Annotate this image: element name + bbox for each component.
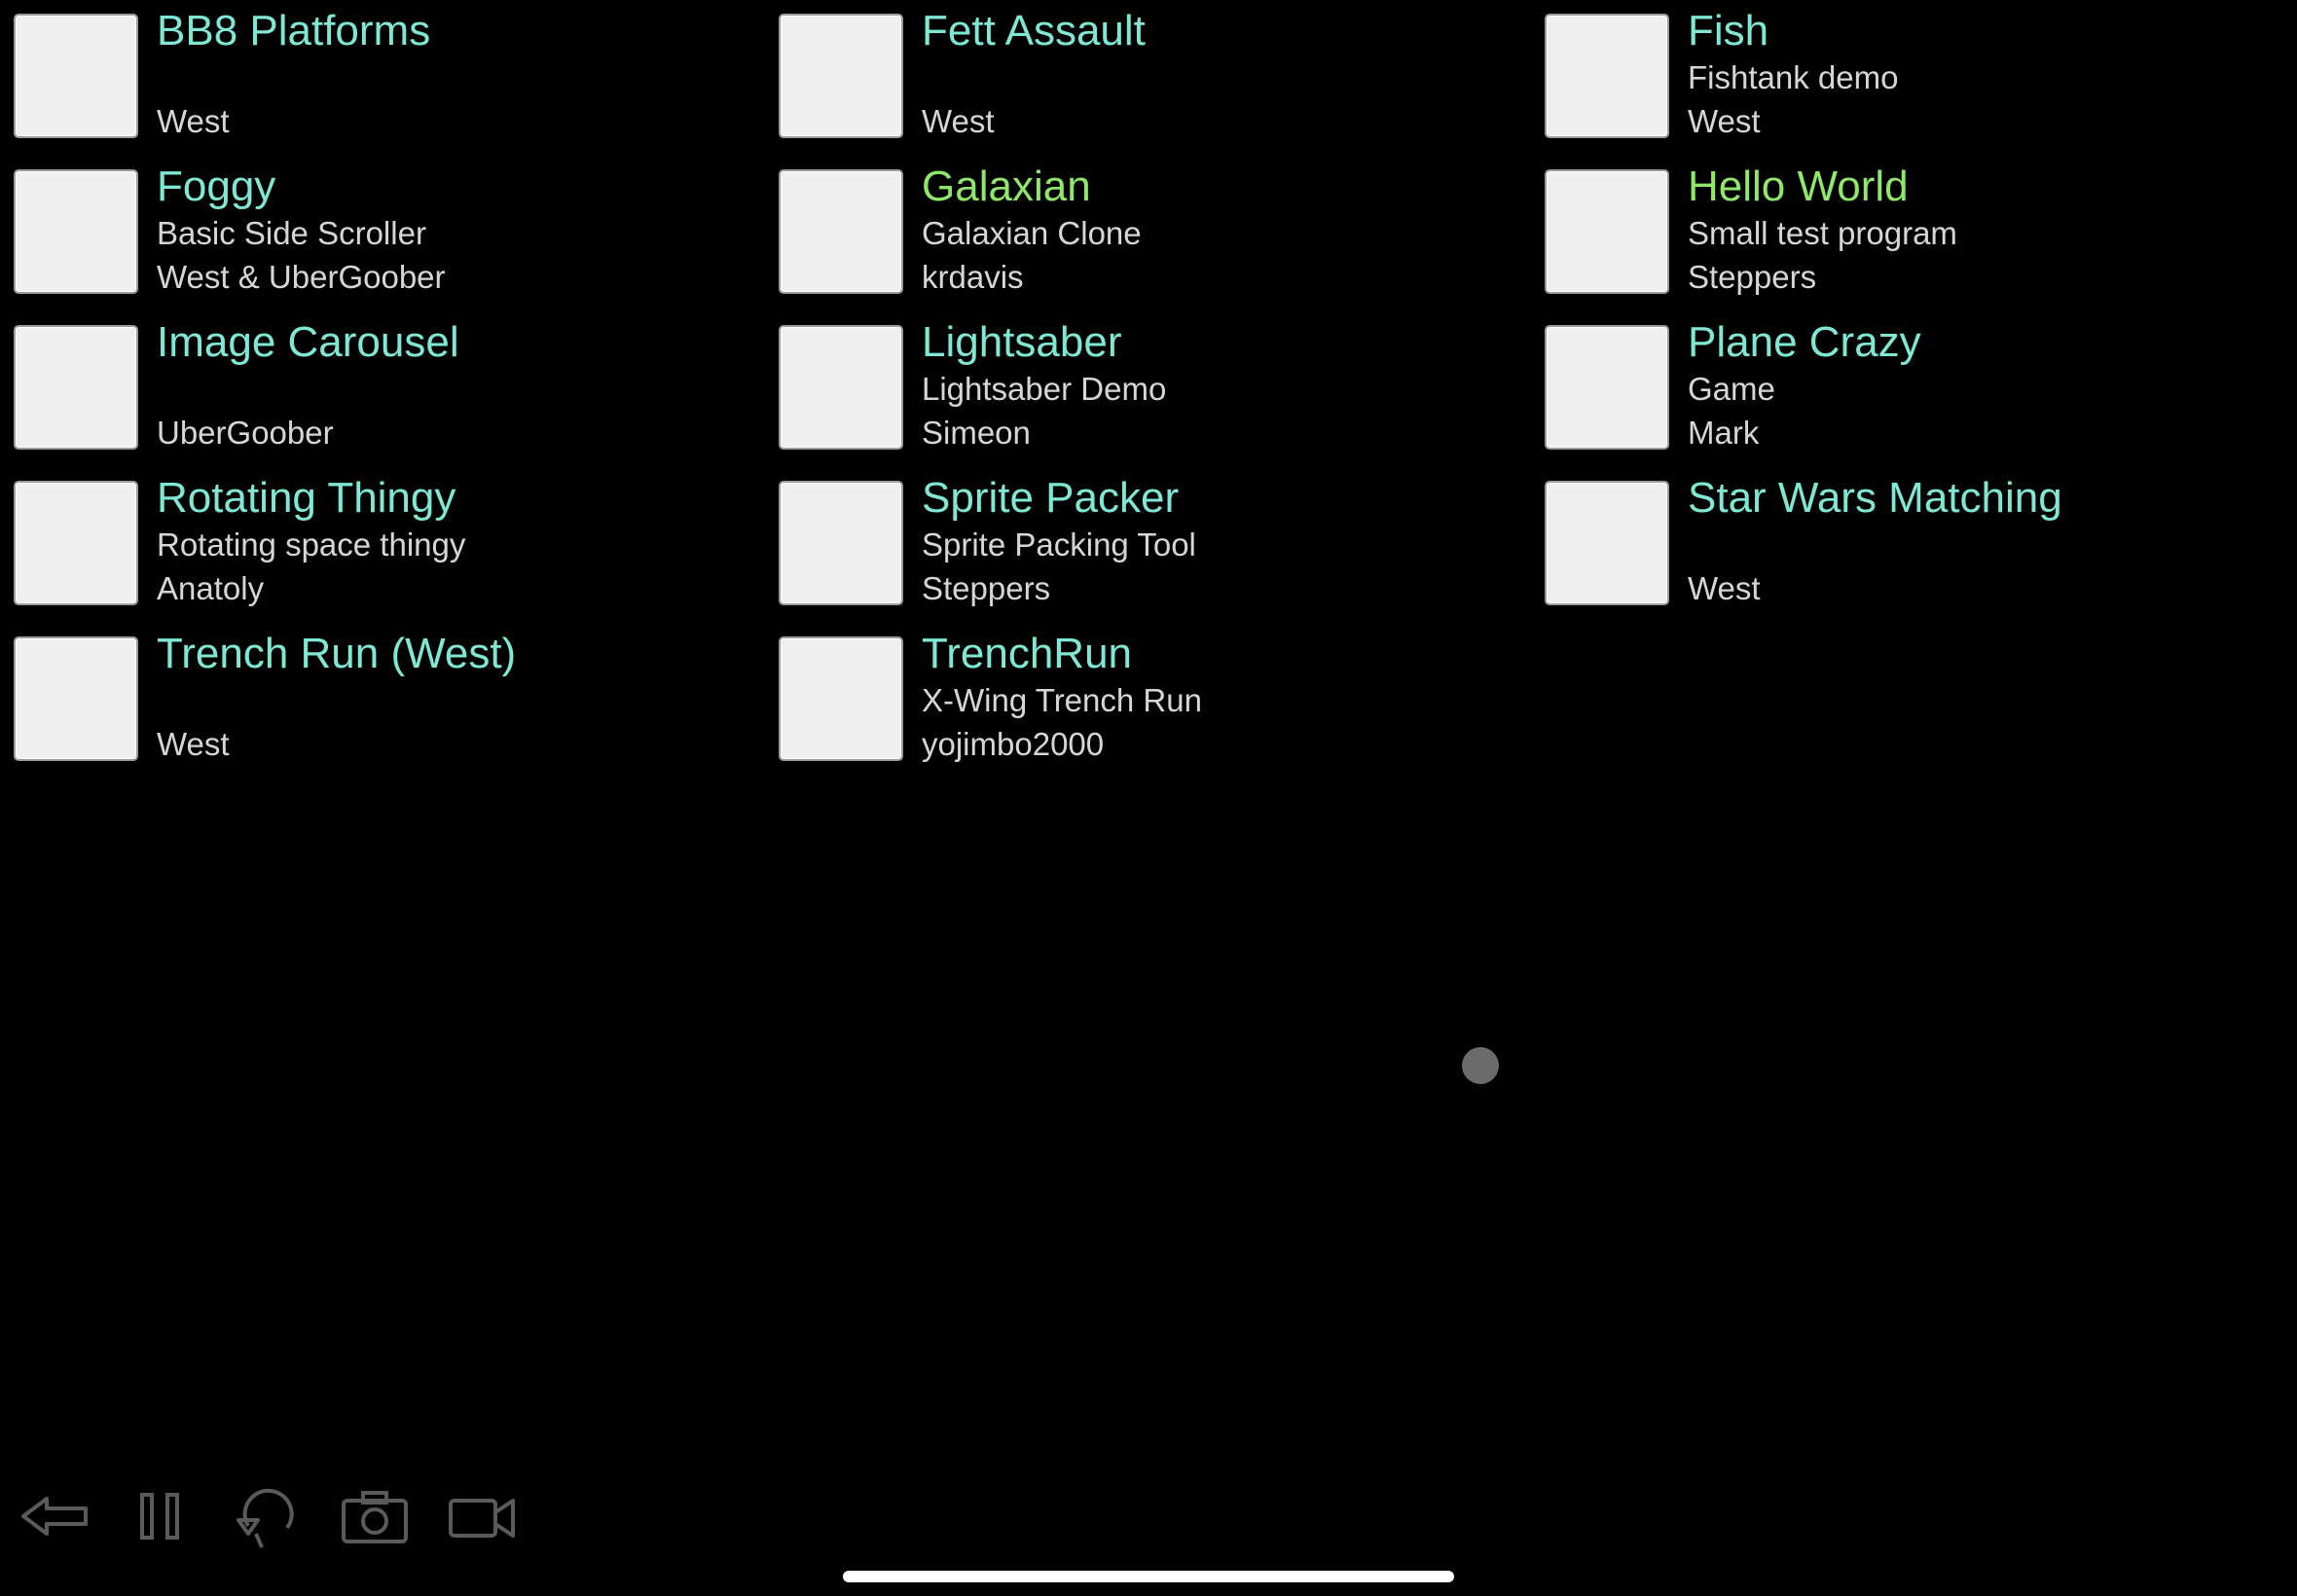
- project-author: West: [157, 103, 230, 139]
- project-item-galaxian[interactable]: Galaxian Galaxian Clone krdavis: [765, 156, 1505, 295]
- project-description: Basic Side Scroller: [157, 215, 426, 251]
- project-thumbnail[interactable]: [14, 481, 138, 605]
- project-item-foggy[interactable]: Foggy Basic Side Scroller West & UberGoo…: [0, 156, 740, 295]
- project-title: Foggy: [157, 163, 276, 210]
- touch-cursor-dot: [1462, 1047, 1499, 1084]
- project-title: Fett Assault: [922, 7, 1146, 54]
- project-author: krdavis: [922, 259, 1024, 295]
- project-description: X-Wing Trench Run: [922, 682, 1202, 718]
- project-title: Hello World: [1688, 163, 1909, 210]
- restart-icon[interactable]: [231, 1479, 305, 1553]
- project-thumbnail[interactable]: [1545, 169, 1669, 294]
- project-item-trench-run-west[interactable]: Trench Run (West) West: [0, 623, 740, 762]
- project-description: Small test program: [1688, 215, 1957, 251]
- project-thumbnail[interactable]: [1545, 481, 1669, 605]
- bottom-toolbar: [0, 1479, 584, 1553]
- project-item-image-carousel[interactable]: Image Carousel UberGoober: [0, 311, 740, 451]
- project-author: Steppers: [1688, 259, 1817, 295]
- project-item-sprite-packer[interactable]: Sprite Packer Sprite Packing Tool Steppe…: [765, 467, 1505, 606]
- project-thumbnail[interactable]: [14, 14, 138, 138]
- project-author: West: [922, 103, 995, 139]
- project-description: Sprite Packing Tool: [922, 526, 1196, 562]
- project-title: Sprite Packer: [922, 474, 1180, 522]
- project-title: Image Carousel: [157, 318, 459, 366]
- project-title: Plane Crazy: [1688, 318, 1921, 366]
- project-thumbnail[interactable]: [779, 636, 903, 761]
- pause-icon[interactable]: [123, 1479, 197, 1553]
- project-item-star-wars-matching[interactable]: Star Wars Matching West: [1531, 467, 2271, 606]
- project-item-fett-assault[interactable]: Fett Assault West: [765, 0, 1505, 139]
- project-author: Simeon: [922, 415, 1031, 451]
- project-thumbnail[interactable]: [1545, 325, 1669, 450]
- project-author: Steppers: [922, 570, 1051, 606]
- project-title: Trench Run (West): [157, 630, 517, 677]
- project-author: Anatoly: [157, 570, 265, 606]
- project-author: West & UberGoober: [157, 259, 446, 295]
- project-item-trenchrun[interactable]: TrenchRun X-Wing Trench Run yojimbo2000: [765, 623, 1505, 762]
- project-thumbnail[interactable]: [14, 169, 138, 294]
- project-author: Mark: [1688, 415, 1760, 451]
- project-item-bb8-platforms[interactable]: BB8 Platforms West: [0, 0, 740, 139]
- project-title: Fish: [1688, 7, 1769, 54]
- project-title: Galaxian: [922, 163, 1091, 210]
- project-description: Galaxian Clone: [922, 215, 1142, 251]
- project-author: yojimbo2000: [922, 726, 1105, 762]
- back-arrow-icon[interactable]: [18, 1479, 91, 1553]
- project-description: Fishtank demo: [1688, 59, 1899, 95]
- project-title: BB8 Platforms: [157, 7, 431, 54]
- project-thumbnail[interactable]: [1545, 14, 1669, 138]
- project-thumbnail[interactable]: [779, 481, 903, 605]
- project-thumbnail[interactable]: [14, 636, 138, 761]
- project-title: Lightsaber: [922, 318, 1122, 366]
- project-title: Star Wars Matching: [1688, 474, 2062, 522]
- project-description: Rotating space thingy: [157, 526, 466, 562]
- home-indicator[interactable]: [843, 1571, 1454, 1582]
- video-camera-icon[interactable]: [445, 1479, 519, 1553]
- project-description: Game: [1688, 371, 1775, 407]
- camera-icon[interactable]: [338, 1479, 412, 1553]
- project-item-plane-crazy[interactable]: Plane Crazy Game Mark: [1531, 311, 2271, 451]
- project-author: West: [157, 726, 230, 762]
- project-author: UberGoober: [157, 415, 334, 451]
- project-grid: BB8 Platforms West Fett Assault West Fis…: [0, 0, 2297, 779]
- project-thumbnail[interactable]: [779, 325, 903, 450]
- project-title: TrenchRun: [922, 630, 1133, 677]
- project-item-fish[interactable]: Fish Fishtank demo West: [1531, 0, 2271, 139]
- project-thumbnail[interactable]: [779, 169, 903, 294]
- project-item-rotating-thingy[interactable]: Rotating Thingy Rotating space thingy An…: [0, 467, 740, 606]
- project-thumbnail[interactable]: [14, 325, 138, 450]
- project-author: West: [1688, 570, 1761, 606]
- project-item-lightsaber[interactable]: Lightsaber Lightsaber Demo Simeon: [765, 311, 1505, 451]
- project-thumbnail[interactable]: [779, 14, 903, 138]
- project-author: West: [1688, 103, 1761, 139]
- project-title: Rotating Thingy: [157, 474, 456, 522]
- project-item-hello-world[interactable]: Hello World Small test program Steppers: [1531, 156, 2271, 295]
- project-description: Lightsaber Demo: [922, 371, 1167, 407]
